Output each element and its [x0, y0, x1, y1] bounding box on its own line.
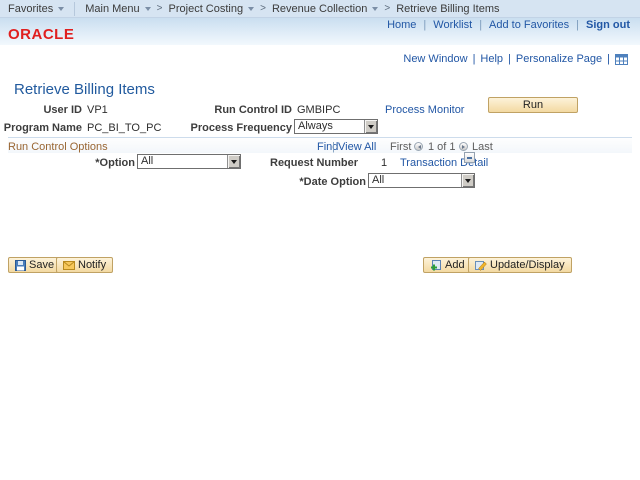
run-control-options-title: Run Control Options [8, 141, 108, 153]
transaction-detail-link[interactable]: Transaction Detail [400, 157, 488, 169]
chevron-down-icon [58, 7, 65, 14]
breadcrumb-project-costing-label: Project Costing [168, 2, 244, 15]
find-link[interactable]: Find [317, 141, 338, 153]
global-links: Home | Worklist | Add to Favorites | Sig… [387, 19, 630, 31]
breadcrumb-favorites-menu[interactable]: Favorites [8, 2, 65, 15]
breadcrumb-divider [74, 1, 76, 16]
first-label: First [390, 141, 412, 153]
dropdown-arrow-icon[interactable] [227, 155, 240, 168]
help-link[interactable]: Help [480, 53, 503, 65]
delete-row-minus-icon[interactable] [464, 152, 475, 163]
request-number-label: Request Number [270, 157, 359, 169]
breadcrumb-separator: > [384, 3, 391, 14]
envelope-icon [63, 260, 75, 270]
home-link[interactable]: Home [387, 19, 416, 31]
personalize-page-link[interactable]: Personalize Page [516, 53, 602, 65]
breadcrumb-main-menu[interactable]: Main Menu [85, 2, 151, 15]
option-selected: All [141, 155, 154, 167]
date-option-selected: All [372, 174, 385, 186]
program-name-value: PC_BI_TO_PC [87, 122, 162, 134]
breadcrumb-current-label: Retrieve Billing Items [396, 2, 500, 15]
option-dropdown[interactable]: All [137, 154, 241, 169]
save-button-label: Save [29, 259, 55, 271]
oracle-logo: ORACLE [8, 26, 75, 43]
prev-arrow-icon[interactable] [414, 142, 423, 151]
grid-icon[interactable] [615, 53, 628, 65]
run-button[interactable]: Run [488, 97, 578, 113]
run-control-id-value: GMBIPC [297, 104, 341, 116]
chevron-down-icon [144, 7, 151, 14]
new-window-link[interactable]: New Window [403, 53, 467, 65]
page-title: Retrieve Billing Items [14, 81, 155, 98]
process-frequency-label: Process Frequency [190, 122, 293, 134]
add-button[interactable]: Add [423, 257, 472, 273]
breadcrumb-favorites-label: Favorites [8, 2, 54, 15]
floppy-disk-icon [15, 259, 26, 271]
update-display-button[interactable]: Update/Display [468, 257, 572, 273]
link-separator: | [423, 19, 427, 31]
link-separator: | [472, 53, 476, 65]
notify-button-label: Notify [78, 259, 107, 271]
sign-out-link[interactable]: Sign out [586, 19, 630, 31]
breadcrumb-revenue-collection[interactable]: Revenue Collection [271, 2, 379, 15]
page-action-bar: New Window | Help | Personalize Page | [403, 53, 628, 65]
date-option-dropdown[interactable]: All [368, 173, 475, 188]
breadcrumb-current-page: Retrieve Billing Items [396, 3, 499, 15]
peoplesoft-page: Favorites Main Menu > Project Costing > … [0, 0, 640, 480]
breadcrumb-separator: > [156, 3, 163, 14]
add-button-label: Add [445, 259, 465, 271]
link-separator: | [332, 141, 335, 153]
save-button[interactable]: Save [8, 257, 62, 273]
notify-button[interactable]: Notify [56, 257, 114, 273]
process-frequency-dropdown[interactable]: Always [294, 119, 378, 134]
breadcrumb-separator: > [260, 3, 266, 14]
update-display-button-label: Update/Display [490, 259, 565, 271]
worklist-link[interactable]: Worklist [433, 19, 472, 31]
chevron-down-icon [372, 7, 379, 14]
date-option-label: *Date Option [299, 176, 366, 188]
option-label: *Option [95, 157, 135, 169]
user-id-value: VP1 [87, 104, 108, 116]
pencil-icon [475, 260, 487, 271]
breadcrumb-main-menu-label: Main Menu [85, 2, 140, 15]
add-to-favorites-link[interactable]: Add to Favorites [489, 19, 569, 31]
process-monitor-link[interactable]: Process Monitor [385, 104, 464, 116]
view-all-link[interactable]: View All [338, 141, 376, 153]
program-name-label: Program Name [3, 122, 82, 134]
link-separator: | [607, 53, 610, 65]
chevron-down-icon [248, 7, 255, 14]
run-control-id-label: Run Control ID [214, 104, 292, 116]
request-number-value: 1 [381, 157, 388, 169]
link-separator: | [508, 53, 511, 65]
link-separator: | [479, 19, 483, 31]
breadcrumb-project-costing[interactable]: Project Costing [169, 3, 255, 15]
plus-doc-icon [430, 259, 442, 271]
last-label: Last [472, 141, 493, 153]
link-separator: | [576, 19, 579, 31]
breadcrumb: Favorites Main Menu > Project Costing > … [0, 0, 640, 18]
process-frequency-selected: Always [298, 120, 333, 132]
dropdown-arrow-icon[interactable] [461, 174, 474, 187]
user-id-label: User ID [43, 104, 82, 116]
row-position: 1 of 1 [428, 141, 456, 153]
next-arrow-icon[interactable] [459, 142, 468, 151]
breadcrumb-revenue-collection-label: Revenue Collection [271, 2, 368, 15]
dropdown-arrow-icon[interactable] [364, 120, 377, 133]
